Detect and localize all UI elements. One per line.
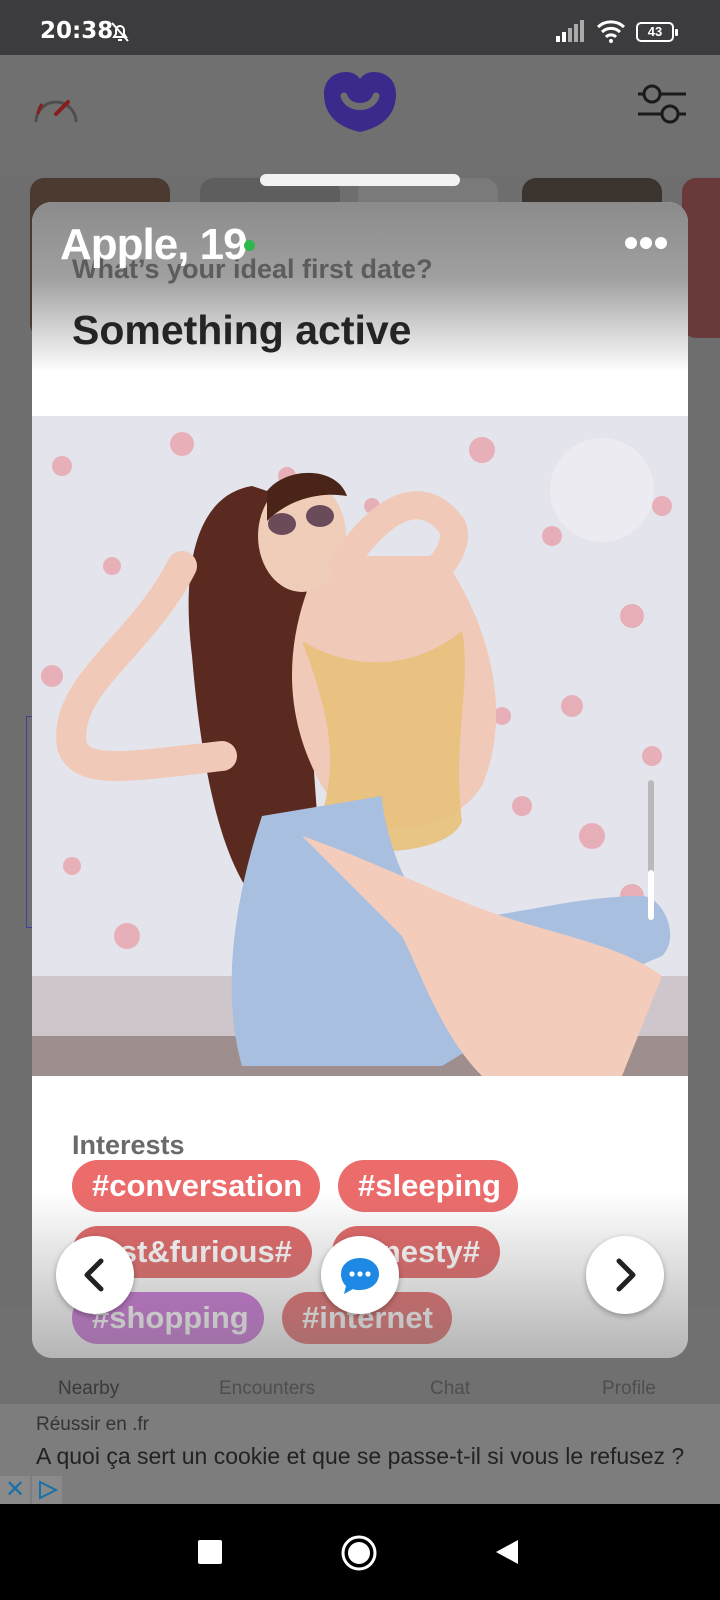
next-button[interactable] — [586, 1236, 664, 1314]
chevron-right-icon — [616, 1258, 636, 1292]
chat-bubble-icon — [341, 1258, 379, 1294]
clock: 20:38 — [40, 18, 114, 44]
photo-illustration — [32, 416, 688, 1076]
signal-icon — [556, 20, 584, 42]
tab-profile[interactable]: Profile — [602, 1378, 656, 1400]
photo-scroll-thumb[interactable] — [648, 870, 654, 920]
previous-button[interactable] — [56, 1236, 134, 1314]
filter-sliders-icon[interactable] — [636, 82, 688, 126]
chevron-left-icon — [84, 1258, 104, 1292]
ad-choices-icon[interactable] — [32, 1476, 62, 1504]
speedometer-icon[interactable] — [30, 84, 82, 130]
more-options-icon[interactable] — [624, 236, 668, 250]
home-icon[interactable] — [340, 1534, 378, 1572]
interest-chip[interactable]: #conversation — [72, 1160, 320, 1212]
interests-heading: Interests — [72, 1130, 185, 1160]
interest-chip[interactable]: #sleeping — [338, 1160, 518, 1212]
tab-encounters[interactable]: Encounters — [219, 1378, 315, 1400]
profile-card[interactable]: What’s your ideal first date? Something … — [32, 202, 688, 1358]
ad-close-icon[interactable]: ✕ — [0, 1476, 30, 1504]
ad-source[interactable]: Réussir en .fr — [36, 1414, 149, 1436]
app-logo-icon — [324, 72, 396, 132]
wifi-icon — [596, 20, 626, 43]
sheet-drag-handle[interactable] — [260, 174, 460, 186]
profile-name: Apple, 19 — [60, 220, 248, 269]
status-bar: 20:38 43 — [0, 0, 720, 55]
recents-icon[interactable] — [198, 1540, 222, 1564]
ad-headline[interactable]: A quoi ça sert un cookie et que se passe… — [36, 1442, 686, 1471]
prompt-answer: Something active — [72, 307, 412, 353]
system-nav-bar — [0, 1504, 720, 1600]
bell-off-icon — [111, 22, 129, 42]
chat-button[interactable] — [321, 1236, 399, 1314]
back-icon[interactable] — [494, 1538, 520, 1566]
online-status-dot — [244, 240, 255, 251]
tab-nearby[interactable]: Nearby — [58, 1378, 119, 1400]
battery-indicator: 43 — [636, 22, 678, 42]
tab-chat[interactable]: Chat — [430, 1378, 470, 1400]
profile-photo[interactable] — [32, 416, 688, 1076]
